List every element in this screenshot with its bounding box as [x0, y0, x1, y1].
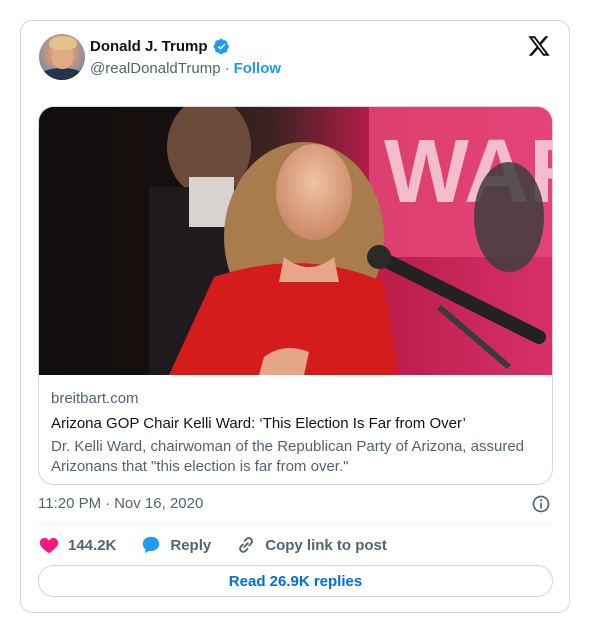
author-name-row: Donald J. Trump [90, 38, 230, 55]
heart-icon [39, 537, 59, 554]
reply-bubble-icon [143, 536, 160, 554]
author-handle-row: @realDonaldTrump · Follow [90, 60, 281, 77]
link-headline: Arizona GOP Chair Kelli Ward: ‘This Elec… [51, 415, 466, 432]
like-count: 144.2K [68, 536, 117, 554]
x-logo-icon[interactable] [527, 34, 551, 58]
link-domain: breitbart.com [51, 390, 139, 407]
copy-link-button[interactable]: Copy link to post [235, 534, 387, 556]
post-time: 11:20 PM [38, 495, 102, 512]
reply-label: Reply [170, 536, 212, 554]
link-preview-card[interactable]: WAR breitbart.com Arizona GOP Chair Kell… [38, 106, 553, 485]
post-date: Nov 16, 2020 [114, 495, 204, 512]
link-preview-text: breitbart.com Arizona GOP Chair Kelli Wa… [51, 389, 546, 477]
like-button[interactable]: 144.2K [38, 534, 116, 556]
link-description: Dr. Kelli Ward, chairwoman of the Republ… [51, 438, 524, 475]
verified-badge-icon [213, 38, 229, 55]
avatar[interactable] [39, 34, 85, 80]
post-timestamp[interactable]: 11:20 PM · Nov 16, 2020 [38, 495, 203, 512]
info-icon[interactable] [531, 494, 551, 514]
embedded-post-card: Donald J. Trump @realDonaldTrump · Follo… [20, 20, 570, 613]
reply-button[interactable]: Reply [140, 534, 211, 556]
follow-button[interactable]: Follow [234, 60, 282, 77]
read-replies-button[interactable]: Read 26.9K replies [38, 565, 553, 597]
action-bar: 144.2K Reply Copy link to post [38, 534, 411, 556]
link-icon [239, 537, 254, 553]
divider [38, 523, 553, 524]
author-handle[interactable]: @realDonaldTrump [90, 60, 221, 77]
separator: · [105, 495, 111, 512]
article-photo: WAR [39, 107, 552, 375]
author-display-name[interactable]: Donald J. Trump [90, 38, 208, 55]
copy-link-label: Copy link to post [265, 536, 387, 554]
separator: · [224, 60, 230, 77]
